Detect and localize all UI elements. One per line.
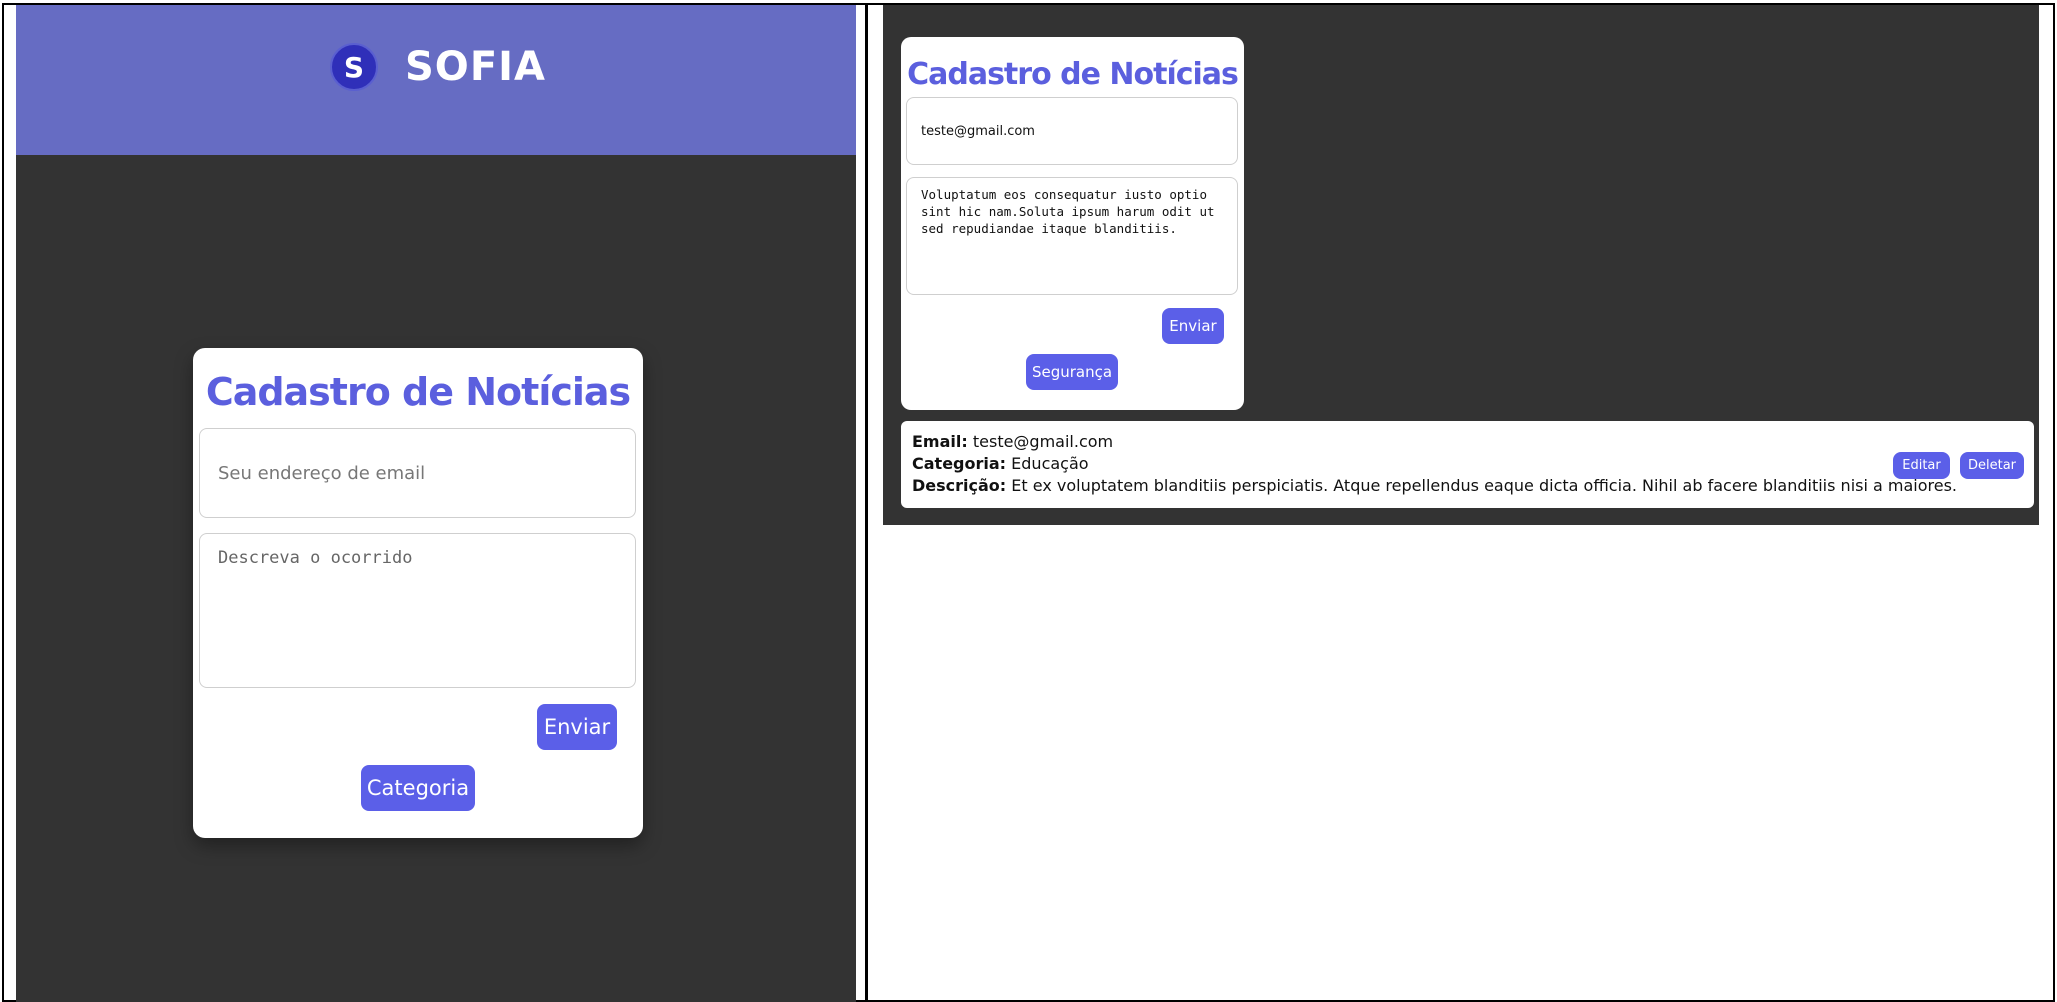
email-field[interactable]: Seu endereço de email (199, 428, 636, 518)
form-title: Cadastro de Notícias (907, 57, 1239, 92)
category-button[interactable]: Segurança (1026, 354, 1118, 390)
email-value: teste@gmail.com (921, 123, 1035, 139)
email-field[interactable]: teste@gmail.com (906, 97, 1238, 165)
entry-category: Educação (1011, 454, 1089, 473)
entry-email-label: Email: (912, 432, 968, 451)
news-entry-card: Email: teste@gmail.com Categoria: Educaç… (901, 421, 2034, 508)
description-placeholder: Descreva o ocorrido (218, 548, 413, 568)
category-button[interactable]: Categoria (361, 765, 475, 811)
entry-category-label: Categoria: (912, 454, 1007, 473)
brand-name: SOFIA (405, 44, 546, 90)
entry-email: teste@gmail.com (972, 432, 1114, 451)
entry-email-line: Email: teste@gmail.com (912, 431, 2023, 453)
delete-button[interactable]: Deletar (1960, 452, 2024, 479)
logo-icon: S (330, 43, 378, 91)
logo-letter: S (343, 50, 365, 84)
description-field[interactable]: Voluptatum eos consequatur iusto optio s… (906, 177, 1238, 295)
edit-button[interactable]: Editar (1893, 452, 1950, 479)
description-field[interactable]: Descreva o ocorrido (199, 533, 636, 688)
entry-category-line: Categoria: Educação (912, 453, 2023, 475)
entry-description-line: Descrição: Et ex voluptatem blanditiis p… (912, 475, 2023, 497)
submit-button[interactable]: Enviar (537, 704, 617, 750)
entry-description-label: Descrição: (912, 476, 1007, 495)
email-placeholder: Seu endereço de email (218, 462, 426, 484)
entry-description: Et ex voluptatem blanditiis perspiciatis… (1011, 476, 1958, 495)
news-form-card-filled: Cadastro de Notícias teste@gmail.com Vol… (901, 37, 1244, 410)
form-title: Cadastro de Notícias (205, 370, 631, 414)
submit-button[interactable]: Enviar (1162, 308, 1224, 344)
news-form-card: Cadastro de Notícias Seu endereço de ema… (193, 348, 643, 838)
